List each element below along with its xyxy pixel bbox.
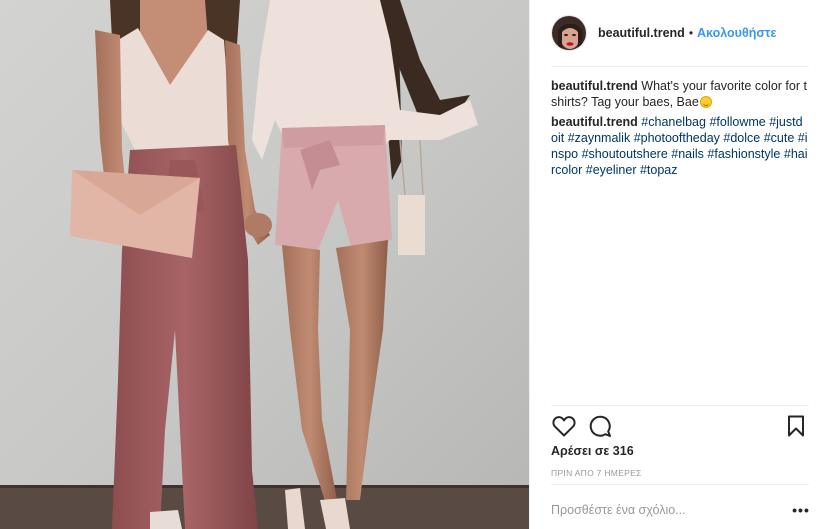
hashtag-link[interactable]: #followme: [709, 115, 765, 129]
add-comment-divider: [551, 484, 809, 485]
hashtag-comment-username[interactable]: beautiful.trend: [551, 115, 638, 129]
header-separator: •: [688, 26, 694, 40]
post-actions: [551, 413, 809, 439]
hashtag-comment: beautiful.trend #chanelbag #followme #ju…: [551, 114, 809, 178]
avatar[interactable]: [551, 15, 587, 51]
actions-divider: [551, 405, 809, 406]
avatar-image: [552, 16, 586, 50]
add-comment-input[interactable]: [551, 500, 781, 520]
hashtag-link[interactable]: #shoutoutshere: [582, 147, 668, 161]
hashtag-link[interactable]: #nails: [671, 147, 704, 161]
hashtag-link[interactable]: #photooftheday: [634, 131, 720, 145]
more-options-button[interactable]: •••: [792, 500, 810, 520]
save-button[interactable]: [783, 413, 809, 439]
instagram-post: beautiful.trend • Ακολουθήστε beautiful.…: [0, 0, 829, 529]
post-timestamp[interactable]: ΠΡΙΝ ΑΠΟ 7 ΗΜΕΡΕΣ: [551, 468, 642, 478]
hashtag-link[interactable]: #cute: [764, 131, 795, 145]
like-button[interactable]: [551, 413, 577, 439]
hugging-face-emoji-icon: [699, 96, 712, 108]
post-header: beautiful.trend • Ακολουθήστε: [551, 13, 809, 53]
header-divider: [551, 66, 809, 67]
heart-icon: [552, 416, 576, 437]
follow-button[interactable]: Ακολουθήστε: [697, 26, 776, 40]
hashtag-link[interactable]: #zaynmalik: [568, 131, 631, 145]
post-photo[interactable]: [0, 0, 529, 529]
fashion-photo-illustration: [0, 0, 529, 529]
comment-button[interactable]: [587, 413, 613, 439]
caption-comment: beautiful.trend What's your favorite col…: [551, 78, 809, 110]
comment-bubble-icon: [589, 415, 611, 437]
bookmark-icon: [788, 415, 804, 437]
caption-username[interactable]: beautiful.trend: [551, 79, 638, 93]
post-side-panel: beautiful.trend • Ακολουθήστε beautiful.…: [529, 0, 829, 529]
likes-count[interactable]: Αρέσει σε 316: [551, 444, 634, 458]
hashtag-link[interactable]: #dolce: [723, 131, 760, 145]
hashtag-link[interactable]: #fashionstyle: [707, 147, 780, 161]
header-username[interactable]: beautiful.trend: [598, 26, 685, 40]
hashtag-link[interactable]: #eyeliner: [586, 163, 637, 177]
hashtag-link[interactable]: #chanelbag: [641, 115, 706, 129]
comments-list: beautiful.trend What's your favorite col…: [551, 78, 809, 182]
hashtag-link[interactable]: #topaz: [640, 163, 678, 177]
